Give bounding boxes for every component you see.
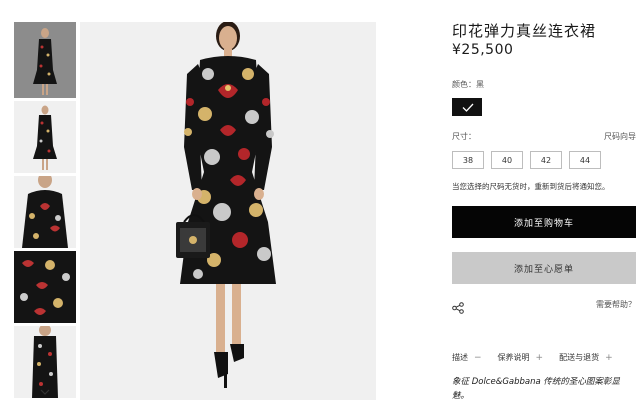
size-option-40[interactable]: 40 xyxy=(491,151,523,169)
size-guide-link[interactable]: 尺码向导 xyxy=(604,131,636,142)
thumbnail-image xyxy=(33,28,57,95)
plus-icon: + xyxy=(535,352,544,363)
tab-description[interactable]: 描述 − xyxy=(452,352,482,363)
thumbnail-4[interactable] xyxy=(14,251,76,323)
thumbnail-strip xyxy=(14,22,76,400)
thumbnail-2[interactable] xyxy=(14,101,76,173)
size-option-42[interactable]: 42 xyxy=(530,151,562,169)
color-label: 颜色：黑 xyxy=(452,80,484,89)
color-swatch-black[interactable] xyxy=(452,98,482,116)
chevron-down-icon xyxy=(40,389,50,395)
tab-label: 描述 xyxy=(452,353,468,362)
product-photo xyxy=(176,22,276,388)
thumbnail-3[interactable] xyxy=(14,176,76,248)
share-button[interactable] xyxy=(452,299,464,314)
thumb-next[interactable] xyxy=(14,389,76,399)
tab-label: 配送与退货 xyxy=(559,353,600,362)
add-to-cart-button[interactable]: 添加至购物车 xyxy=(452,206,636,238)
size-options: 38 40 42 44 xyxy=(452,151,601,169)
plus-icon: + xyxy=(605,352,613,363)
main-product-image[interactable] xyxy=(80,22,376,400)
product-title: 印花弹力真丝连衣裙 xyxy=(452,22,597,40)
tab-care[interactable]: 保养说明 + xyxy=(498,352,544,363)
size-option-38[interactable]: 38 xyxy=(452,151,484,169)
tab-label: 保养说明 xyxy=(497,353,530,362)
thumbnail-5[interactable] xyxy=(14,326,76,398)
minus-icon: − xyxy=(474,352,482,363)
size-label: 尺寸： xyxy=(452,132,476,141)
info-tabs: 描述 − 保养说明 + 配送与退货 + xyxy=(452,352,613,363)
add-to-wishlist-button[interactable]: 添加至心愿单 xyxy=(452,252,636,284)
check-icon xyxy=(462,103,474,112)
thumbnail-image xyxy=(32,326,58,398)
restock-notice: 当您选择的尺码无货时，重新到货后将通知您。 xyxy=(452,182,610,191)
help-link[interactable]: 需要帮助？ xyxy=(596,299,636,310)
thumbnail-image xyxy=(33,105,57,170)
product-description: 象征 Dolce&Gabbana 传统的圣心图案彰显魅。 xyxy=(452,377,620,401)
share-icon xyxy=(452,302,464,314)
tab-shipping-returns[interactable]: 配送与退货 + xyxy=(559,352,613,363)
size-option-44[interactable]: 44 xyxy=(569,151,601,169)
product-price: ¥25,500 xyxy=(452,42,514,58)
thumbnail-1[interactable] xyxy=(14,22,76,98)
thumbnail-image xyxy=(22,176,68,248)
thumbnail-image xyxy=(14,251,76,323)
